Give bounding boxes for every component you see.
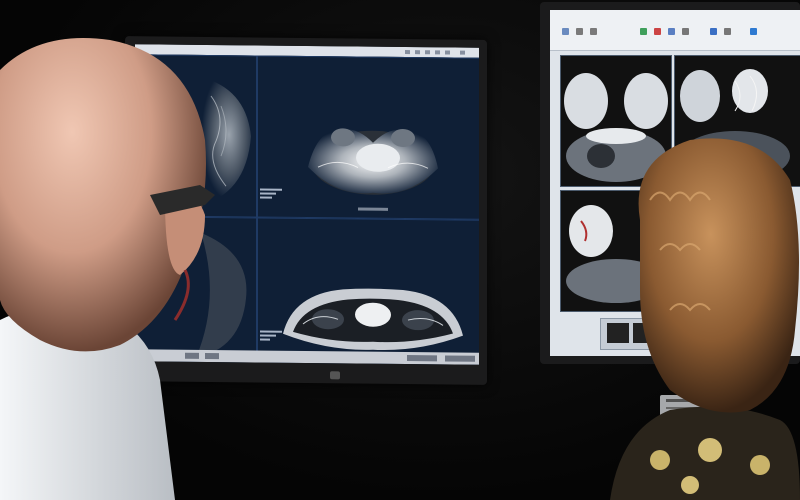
bald-man-figure <box>0 38 215 500</box>
mri-pane-axial-top <box>257 55 479 220</box>
curly-haired-woman-figure <box>610 138 800 500</box>
viewer-toolbar <box>550 10 800 51</box>
mri-scan-image <box>308 128 438 211</box>
pane-annotation <box>260 187 290 201</box>
monitor-logo <box>330 371 340 380</box>
photo-scene <box>0 0 800 500</box>
mri-scan-image <box>283 288 463 351</box>
mri-pane-axial-bottom <box>257 217 479 365</box>
pane-annotation <box>260 329 290 343</box>
